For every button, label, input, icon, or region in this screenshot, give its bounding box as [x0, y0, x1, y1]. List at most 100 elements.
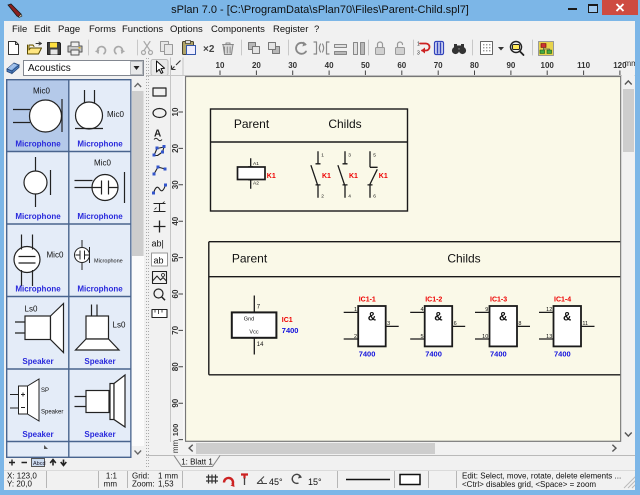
svg-text:Speaker: Speaker: [41, 410, 63, 416]
svg-text:1: 1: [417, 42, 420, 48]
svg-text:60: 60: [397, 61, 406, 70]
svg-text:7400: 7400: [359, 350, 376, 359]
svg-text:Microphone: Microphone: [77, 212, 123, 221]
svg-text:10: 10: [171, 107, 180, 116]
svg-text:40: 40: [171, 216, 180, 225]
svg-text:Ls0: Ls0: [25, 305, 38, 314]
svg-text:45°: 45°: [269, 477, 283, 487]
svg-text:Mic0: Mic0: [33, 87, 50, 96]
svg-text:1,53: 1,53: [158, 480, 174, 489]
svg-text:4: 4: [348, 194, 351, 200]
svg-text:13: 13: [546, 334, 552, 340]
svg-text:2: 2: [354, 334, 357, 340]
svg-text:20: 20: [252, 61, 261, 70]
svg-text:Ls0: Ls0: [113, 321, 126, 330]
svg-text:30: 30: [288, 61, 297, 70]
svg-text:ab|: ab|: [152, 239, 164, 249]
svg-text:Microphone: Microphone: [94, 259, 123, 265]
svg-text:10: 10: [216, 61, 225, 70]
svg-text:Acoustics: Acoustics: [28, 63, 71, 74]
svg-text:7400: 7400: [282, 326, 299, 335]
svg-text:&: &: [434, 312, 442, 324]
svg-text:IC1: IC1: [282, 317, 293, 324]
svg-text:Childs: Childs: [447, 252, 480, 266]
svg-text:8: 8: [518, 321, 521, 327]
svg-text:K1: K1: [267, 173, 276, 180]
svg-text:3: 3: [387, 321, 390, 327]
svg-text:14: 14: [257, 342, 264, 348]
svg-text:Microphone: Microphone: [15, 140, 61, 149]
svg-text:Microphone: Microphone: [15, 285, 61, 294]
svg-text:Microphone: Microphone: [77, 140, 123, 149]
svg-text:1: Blatt 1: 1: Blatt 1: [181, 458, 213, 467]
svg-text:1: 1: [354, 307, 357, 313]
svg-text:7400: 7400: [425, 350, 442, 359]
svg-text:Childs: Childs: [328, 117, 361, 131]
svg-text:IC1-2: IC1-2: [425, 297, 442, 304]
svg-text:40: 40: [325, 61, 334, 70]
svg-text:5: 5: [373, 152, 376, 158]
svg-text:30: 30: [171, 180, 180, 189]
svg-text:9: 9: [485, 307, 488, 313]
svg-text:100: 100: [171, 424, 180, 437]
svg-text:5: 5: [420, 334, 423, 340]
svg-text:&: &: [368, 312, 376, 324]
svg-text:7400: 7400: [490, 350, 507, 359]
svg-text:100: 100: [541, 61, 555, 70]
svg-text:IC1-3: IC1-3: [490, 297, 507, 304]
svg-text:mm: mm: [104, 480, 118, 489]
svg-text:60: 60: [171, 289, 180, 298]
svg-text:&: &: [563, 312, 571, 324]
svg-text:12: 12: [546, 307, 552, 313]
svg-text:IC1-4: IC1-4: [554, 297, 571, 304]
svg-text:Y: 20,0: Y: 20,0: [7, 480, 32, 489]
svg-text:Microphone: Microphone: [77, 285, 123, 294]
svg-text:K1: K1: [379, 173, 388, 180]
svg-text:A: A: [154, 129, 161, 140]
svg-text:50: 50: [361, 61, 370, 70]
svg-text:50: 50: [171, 253, 180, 262]
svg-text:SP: SP: [41, 388, 49, 394]
svg-text:Speaker: Speaker: [84, 430, 115, 439]
svg-text:Parent: Parent: [232, 252, 268, 266]
svg-text:Mic0: Mic0: [94, 159, 111, 168]
svg-text:6: 6: [373, 194, 376, 200]
svg-text:10: 10: [482, 334, 488, 340]
svg-text:Speaker: Speaker: [84, 357, 115, 366]
svg-text:Parent: Parent: [234, 117, 270, 131]
svg-text:15°: 15°: [308, 477, 322, 487]
svg-text:90: 90: [506, 61, 515, 70]
svg-text:Zoom:: Zoom:: [132, 480, 155, 489]
svg-text:Gnd: Gnd: [244, 317, 254, 323]
svg-text:Speaker: Speaker: [22, 430, 53, 439]
svg-text:11: 11: [582, 321, 588, 327]
svg-text:<Ctrl> disables grid, <Space>: <Ctrl> disables grid, <Space> = zoom: [462, 480, 596, 489]
svg-text:mm: mm: [171, 440, 180, 454]
svg-text:&: &: [499, 312, 507, 324]
svg-text:Speaker: Speaker: [22, 357, 53, 366]
svg-text:Vcc: Vcc: [249, 330, 258, 336]
svg-text:3: 3: [348, 152, 351, 158]
svg-text:K1: K1: [322, 173, 331, 180]
svg-text:A2: A2: [253, 181, 259, 187]
svg-text:A1: A1: [253, 161, 259, 167]
svg-text:7400: 7400: [554, 350, 571, 359]
svg-text:IC1-1: IC1-1: [359, 297, 376, 304]
svg-text:20: 20: [171, 143, 180, 152]
svg-text:K1: K1: [349, 173, 358, 180]
svg-text:1: 1: [321, 152, 324, 158]
svg-text:×2: ×2: [203, 44, 215, 55]
svg-text:80: 80: [470, 61, 479, 70]
svg-text:Microphone: Microphone: [15, 212, 61, 221]
svg-text:Mic0: Mic0: [47, 251, 64, 260]
svg-text:Abcd: Abcd: [33, 461, 46, 467]
svg-text:3: 3: [417, 51, 420, 57]
svg-text:2: 2: [321, 194, 324, 200]
svg-text:Mic0: Mic0: [107, 110, 124, 119]
svg-text:ab: ab: [154, 256, 164, 266]
svg-text:4: 4: [420, 307, 423, 313]
svg-text:80: 80: [171, 362, 180, 371]
svg-text:90: 90: [171, 398, 180, 407]
svg-text:70: 70: [171, 325, 180, 334]
svg-text:6: 6: [454, 321, 457, 327]
